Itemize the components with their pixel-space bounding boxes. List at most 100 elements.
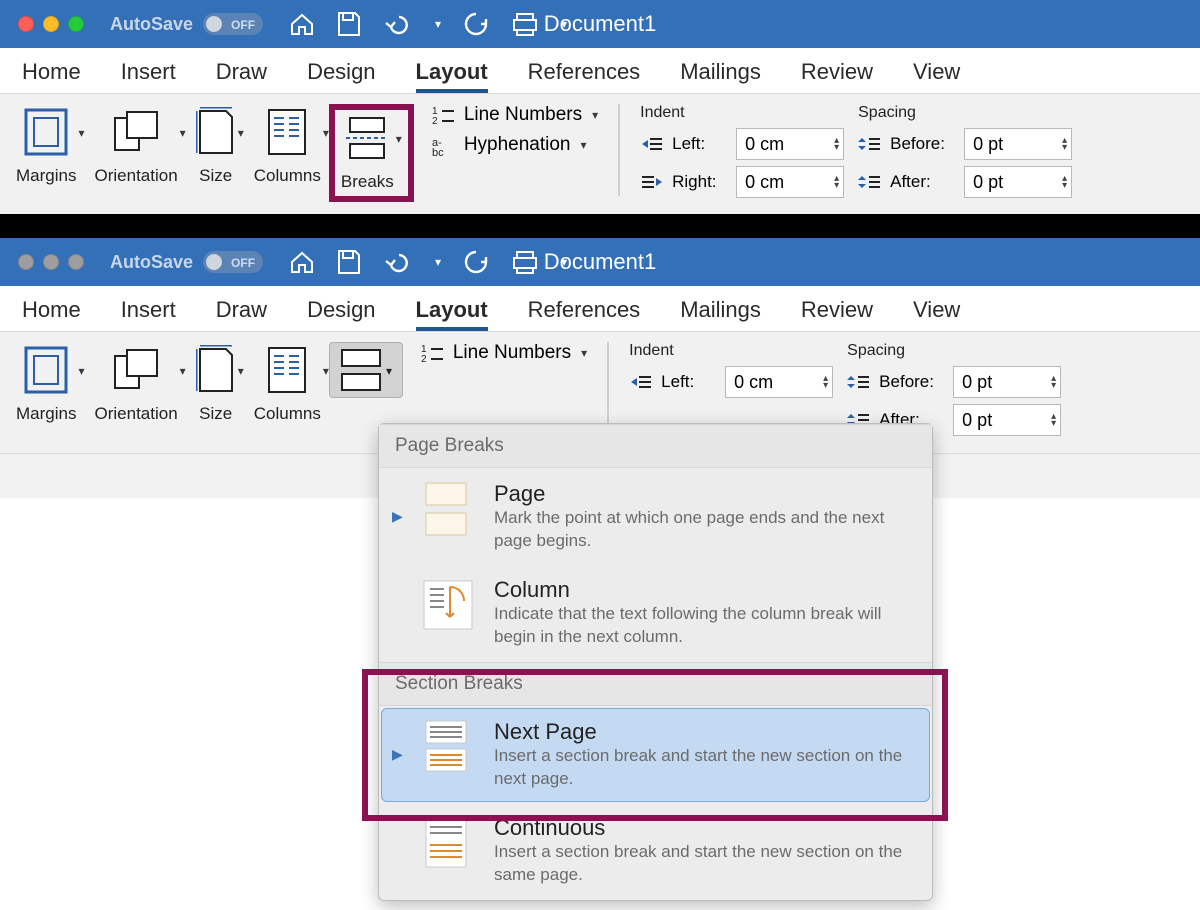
tab-mailings[interactable]: Mailings [680,59,761,93]
breaks-button[interactable]: ▾ [329,342,403,398]
spacing-before-icon [858,136,880,152]
spacing-after-input[interactable]: 0 pt▴▾ [953,404,1061,436]
undo-dropdown-icon[interactable]: ▾ [435,17,441,31]
tab-references[interactable]: References [528,59,641,93]
tab-design[interactable]: Design [307,59,375,93]
breaks-button[interactable]: Breaks [341,110,394,192]
columns-button[interactable]: Columns [254,104,321,186]
redo-icon[interactable] [463,11,489,37]
spacing-after-label: After: [890,172,954,192]
tab-review[interactable]: Review [801,297,873,331]
autosave-switch-icon[interactable]: OFF [203,13,263,35]
chevron-down-icon[interactable]: ▾ [396,132,402,146]
spacing-before-input[interactable]: 0 pt▴▾ [964,128,1072,160]
indent-group: Indent Left: 0 cm▴▾ [629,342,833,404]
undo-icon[interactable] [383,251,413,273]
columns-button[interactable]: Columns [254,342,321,424]
menu-item-next-page[interactable]: ▶ Next Page Insert a section break and s… [381,708,930,802]
spinner-arrows-icon[interactable]: ▴▾ [1051,413,1056,427]
spinner-arrows-icon[interactable]: ▴▾ [1051,375,1056,389]
maximize-window-icon[interactable] [68,16,84,32]
minimize-window-icon[interactable] [43,254,59,270]
tab-insert[interactable]: Insert [121,59,176,93]
indent-right-input[interactable]: 0 cm▴▾ [736,166,844,198]
spinner-arrows-icon[interactable]: ▴▾ [834,175,839,189]
indent-left-input[interactable]: 0 cm▴▾ [736,128,844,160]
line-numbers-button[interactable]: 12 Line Numbers ▾ [432,104,598,126]
tab-view[interactable]: View [913,297,960,331]
tab-view[interactable]: View [913,59,960,93]
line-numbers-button[interactable]: 12 Line Numbers ▾ [421,342,587,364]
autosave-switch-icon[interactable]: OFF [203,251,263,273]
hyphenation-button[interactable]: a-bc Hyphenation ▾ [432,134,598,156]
close-window-icon[interactable] [18,254,34,270]
spinner-arrows-icon[interactable]: ▴▾ [1062,137,1067,151]
tab-layout[interactable]: Layout [416,297,488,331]
spacing-after-input[interactable]: 0 pt▴▾ [964,166,1072,198]
size-button[interactable]: Size [196,104,236,186]
tab-mailings[interactable]: Mailings [680,297,761,331]
tab-home[interactable]: Home [22,297,81,331]
undo-dropdown-icon[interactable]: ▾ [435,255,441,269]
quick-access-toolbar: ▾ ▾ [289,249,567,275]
size-button[interactable]: Size [196,342,236,424]
autosave-label: AutoSave [110,14,193,35]
redo-icon[interactable] [463,249,489,275]
chevron-down-icon[interactable]: ▾ [238,126,244,140]
traffic-lights[interactable] [18,254,84,270]
menu-item-page[interactable]: ▶ Page Mark the point at which one page … [381,470,930,564]
spinner-arrows-icon[interactable]: ▴▾ [823,375,828,389]
tab-draw[interactable]: Draw [216,59,267,93]
tab-insert[interactable]: Insert [121,297,176,331]
minimize-window-icon[interactable] [43,16,59,32]
home-icon[interactable] [289,249,315,275]
spacing-before-input[interactable]: 0 pt▴▾ [953,366,1061,398]
qat-customize-icon[interactable]: ▾ [561,255,567,269]
margins-icon [24,108,68,156]
titlebar: AutoSave OFF ▾ ▾ Document1 [0,238,1200,286]
print-icon[interactable] [511,250,539,274]
chevron-down-icon[interactable]: ▾ [238,364,244,378]
save-icon[interactable] [337,11,361,37]
indent-left-input[interactable]: 0 cm▴▾ [725,366,833,398]
home-icon[interactable] [289,11,315,37]
tab-review[interactable]: Review [801,59,873,93]
autosave-toggle[interactable]: AutoSave OFF [110,251,263,273]
chevron-down-icon[interactable]: ▾ [78,364,84,378]
tab-home[interactable]: Home [22,59,81,93]
indent-title: Indent [640,104,844,122]
chevron-down-icon[interactable]: ▾ [180,364,186,378]
chevron-down-icon[interactable]: ▾ [78,126,84,140]
orientation-button[interactable]: Orientation [95,342,178,424]
titlebar: AutoSave OFF ▾ ▾ Document1 [0,0,1200,48]
size-icon [196,107,236,157]
tab-references[interactable]: References [528,297,641,331]
tab-draw[interactable]: Draw [216,297,267,331]
spacing-title: Spacing [847,342,1061,360]
print-icon[interactable] [511,12,539,36]
close-window-icon[interactable] [18,16,34,32]
submenu-indicator-icon: ▶ [392,508,402,525]
menu-item-title: Page [494,481,917,507]
tab-design[interactable]: Design [307,297,375,331]
chevron-down-icon[interactable]: ▾ [180,126,186,140]
spinner-arrows-icon[interactable]: ▴▾ [834,137,839,151]
menu-item-continuous[interactable]: Continuous Insert a section break and st… [381,804,930,898]
columns-icon [267,108,307,156]
save-icon[interactable] [337,249,361,275]
tab-layout[interactable]: Layout [416,59,488,93]
undo-icon[interactable] [383,13,413,35]
menu-item-desc: Indicate that the text following the col… [494,603,917,649]
traffic-lights[interactable] [18,16,84,32]
maximize-window-icon[interactable] [68,254,84,270]
qat-customize-icon[interactable]: ▾ [561,17,567,31]
indent-group: Indent Left: 0 cm▴▾ Right: 0 cm▴▾ [640,104,844,204]
ribbon: Margins ▾ Orientation ▾ Size ▾ Columns ▾ [0,94,1200,216]
autosave-toggle[interactable]: AutoSave OFF [110,13,263,35]
margins-button[interactable]: Margins [16,104,76,186]
orientation-button[interactable]: Orientation [95,104,178,186]
menu-item-column[interactable]: Column Indicate that the text following … [381,566,930,660]
spinner-arrows-icon[interactable]: ▴▾ [1062,175,1067,189]
orientation-icon [111,346,161,394]
margins-button[interactable]: Margins [16,342,76,424]
